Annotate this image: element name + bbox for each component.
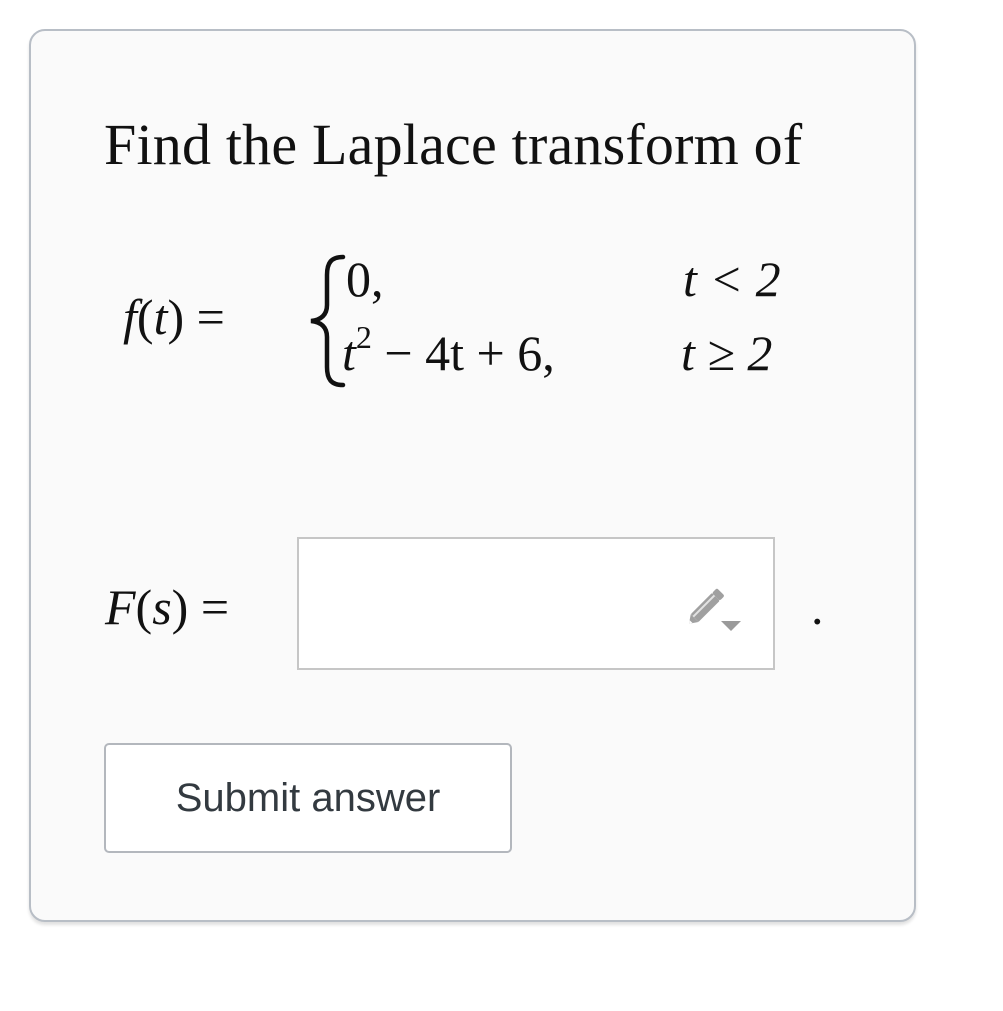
question-card: Find the Laplace transform of f(t) = 0, …	[29, 29, 916, 922]
case-2-expression: t2 − 4t + 6,	[342, 321, 555, 383]
function-variable: t	[153, 289, 168, 345]
case-1-condition: t < 2	[683, 251, 781, 307]
case-2-condition: t ≥ 2	[681, 325, 773, 381]
question-prompt: Find the Laplace transform of	[104, 112, 803, 177]
answer-equals: =	[200, 579, 230, 635]
function-equals: =	[196, 289, 225, 345]
case-2-rest: − 4t + 6,	[371, 325, 555, 381]
answer-input[interactable]	[297, 537, 775, 670]
answer-lhs: F(s) =	[105, 579, 230, 635]
function-name: f	[123, 289, 137, 345]
case-2-base: t	[342, 325, 356, 381]
case-1-expression: 0,	[346, 251, 384, 307]
case-2-exponent: 2	[355, 319, 372, 355]
function-lhs: f(t) =	[123, 289, 225, 345]
answer-function-name: F	[105, 579, 136, 635]
answer-trailing-period: .	[811, 579, 824, 635]
submit-answer-button[interactable]: Submit answer	[104, 743, 512, 853]
pencil-dropdown-icon[interactable]	[681, 581, 745, 633]
answer-variable: s	[152, 579, 172, 635]
